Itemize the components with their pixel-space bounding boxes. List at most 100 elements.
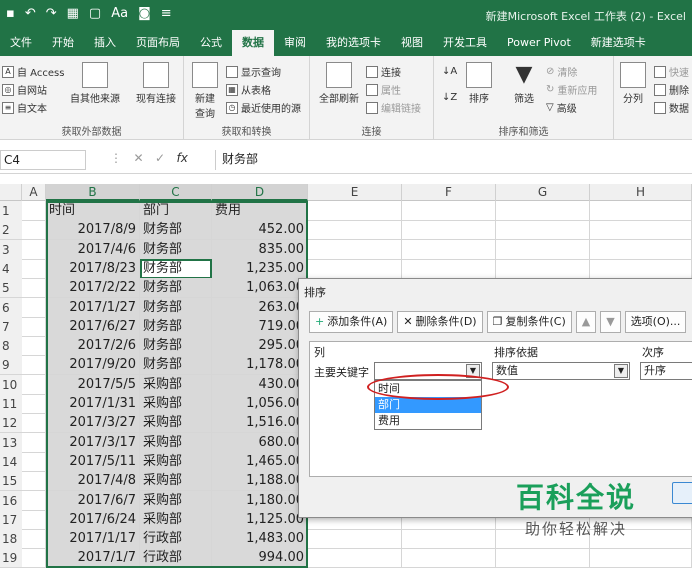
other-sources-button[interactable]: 自其他来源 [66,62,124,105]
tab-power-pivot[interactable]: Power Pivot [497,30,581,56]
cell[interactable] [590,220,692,241]
sort-za-icon[interactable]: ↓Z [442,92,457,103]
edit-links-button[interactable]: 编辑链接 [366,100,421,115]
name-box[interactable]: C4 [0,150,86,170]
col-header-b[interactable]: B [46,184,140,201]
data-cell[interactable]: 财务部 [140,278,212,299]
row-header[interactable]: 14 [0,451,22,472]
row-header[interactable]: 19 [0,548,22,568]
from-web-button[interactable]: ◎ 自网站 [2,82,47,97]
data-cell[interactable]: 财务部 [140,336,212,357]
data-cell[interactable]: 2017/8/23 [46,258,140,279]
cell[interactable] [22,509,46,530]
table-icon[interactable]: ▦ [67,6,79,21]
connections-button[interactable]: 连接 [366,64,401,79]
delete-level-button[interactable]: ✕ 删除条件(D) [397,311,483,333]
cancel-icon[interactable]: ✕ [133,151,143,165]
sort-on-select[interactable]: 数值 ▼ [492,362,630,380]
data-cell[interactable]: 1,516.00 [212,413,308,434]
data-cell[interactable]: 采购部 [140,471,212,492]
cell[interactable] [590,548,692,568]
fx-icon[interactable]: fx [176,151,187,165]
row-header[interactable]: 3 [0,239,22,260]
row-header[interactable]: 2 [0,220,22,241]
redo-icon[interactable]: ↷ [46,6,57,21]
tab-page-layout[interactable]: 页面布局 [126,30,190,56]
cell[interactable] [22,278,46,299]
data-cell[interactable]: 1,178.00 [212,355,308,376]
cell[interactable] [308,220,402,241]
tab-data[interactable]: 数据 [232,30,274,56]
recent-sources-button[interactable]: ◷ 最近使用的源 [226,100,301,115]
tab-home[interactable]: 开始 [42,30,84,56]
save-icon[interactable]: ▪ [6,6,15,21]
data-cell[interactable]: 2017/8/9 [46,220,140,241]
refresh-all-button[interactable]: 全部刷新 [316,62,362,105]
from-text-button[interactable]: ≡ 自文本 [2,100,47,115]
cell[interactable] [22,220,46,241]
cell[interactable] [402,529,496,550]
cell[interactable] [496,201,590,221]
cell[interactable] [590,201,692,221]
data-cell[interactable]: 2017/1/31 [46,394,140,414]
row-header[interactable]: 17 [0,509,22,530]
data-cell[interactable]: 994.00 [212,548,308,568]
text-to-columns-button[interactable]: 分列 [618,62,648,105]
row-header[interactable]: 7 [0,316,22,337]
data-cell[interactable]: 2017/5/11 [46,451,140,472]
cell[interactable] [308,548,402,568]
active-cell[interactable]: 财务部 [140,258,212,279]
existing-connections-button[interactable]: 现有连接 [132,62,180,105]
header-cell[interactable]: 费用 [212,201,308,221]
row-header[interactable]: 11 [0,394,22,414]
add-level-button[interactable]: + 添加条件(A) [309,311,394,333]
cell[interactable] [22,490,46,511]
advanced-button[interactable]: ▽ 高级 [546,100,577,115]
data-cell[interactable]: 采购部 [140,451,212,472]
cell[interactable] [308,239,402,260]
data-cell[interactable]: 719.00 [212,316,308,337]
enter-icon[interactable]: ✓ [155,151,165,165]
data-cell[interactable]: 2017/4/8 [46,471,140,492]
preview-icon[interactable]: ▢ [89,6,101,21]
data-cell[interactable]: 1,465.00 [212,451,308,472]
cell[interactable] [22,548,46,568]
row-header[interactable]: 15 [0,471,22,492]
customize-icon[interactable]: ≡ [161,6,172,21]
data-cell[interactable]: 2017/6/7 [46,490,140,511]
undo-icon[interactable]: ↶ [25,6,36,21]
properties-button[interactable]: 属性 [366,82,401,97]
move-down-button[interactable]: ▼ [600,311,621,333]
camera-icon[interactable]: ◙ [138,6,151,21]
col-header-c[interactable]: C [140,184,212,201]
cell[interactable] [22,201,46,221]
flash-fill-button[interactable]: 快速 [654,64,689,79]
col-header-d[interactable]: D [212,184,308,201]
tab-developer[interactable]: 开发工具 [433,30,497,56]
ok-button[interactable] [672,482,692,504]
validation-button[interactable]: 数据 [654,100,689,115]
cell[interactable] [496,220,590,241]
row-header[interactable]: 4 [0,258,22,279]
data-cell[interactable]: 行政部 [140,548,212,568]
col-header-h[interactable]: H [590,184,692,201]
data-cell[interactable]: 1,235.00 [212,258,308,279]
header-cell[interactable]: 部门 [140,201,212,221]
from-access-button[interactable]: A自 Access [2,64,64,79]
cell[interactable] [308,529,402,550]
cell[interactable] [22,471,46,492]
tab-file[interactable]: 文件 [0,30,42,56]
cell[interactable] [402,220,496,241]
data-cell[interactable]: 采购部 [140,490,212,511]
data-cell[interactable]: 2017/6/24 [46,509,140,530]
data-cell[interactable]: 采购部 [140,509,212,530]
data-cell[interactable]: 1,180.00 [212,490,308,511]
data-cell[interactable]: 2017/3/17 [46,432,140,453]
col-header-g[interactable]: G [496,184,590,201]
row-header[interactable]: 10 [0,374,22,395]
col-header-f[interactable]: F [402,184,496,201]
data-cell[interactable]: 2017/1/27 [46,297,140,318]
data-cell[interactable]: 2017/5/5 [46,374,140,395]
row-header[interactable]: 12 [0,413,22,434]
data-cell[interactable]: 2017/2/6 [46,336,140,357]
